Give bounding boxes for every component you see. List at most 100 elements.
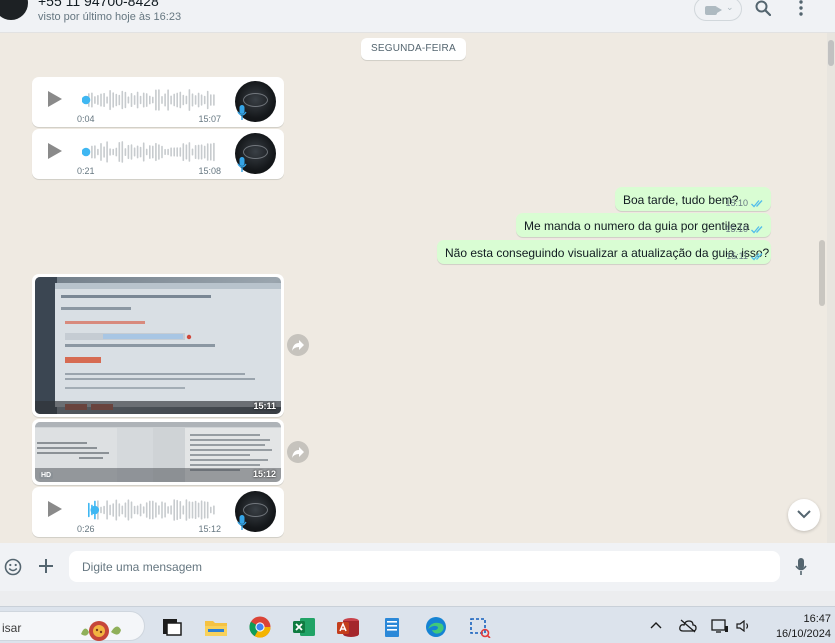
network-icon[interactable] (711, 618, 729, 634)
chat-messages[interactable]: SEGUNDA-FEIRA 0:04 15:07 0:21 15:08 Boa … (0, 33, 827, 543)
waveform-bar (112, 92, 114, 108)
waveform-bar (161, 96, 163, 104)
scrollbar-thumb[interactable] (828, 40, 834, 66)
waveform-bar (142, 92, 145, 108)
playback-position-dot[interactable] (82, 147, 91, 157)
edge-icon[interactable] (424, 616, 448, 638)
playback-position-dot[interactable] (82, 95, 91, 105)
windows-taskbar: isar 16:47 16/10/2024 (0, 606, 835, 643)
outgoing-message[interactable]: Me manda o numero da guia por gentileza … (516, 213, 771, 237)
waveform-bar (203, 501, 206, 519)
waveform-bar (91, 92, 93, 108)
waveform-bar (152, 145, 154, 159)
task-view-icon[interactable] (160, 616, 184, 638)
chrome-icon[interactable] (248, 616, 272, 638)
waveform-bar (185, 144, 188, 160)
cloud-offline-icon[interactable] (679, 619, 697, 633)
day-separator: SEGUNDA-FEIRA (361, 38, 466, 60)
message-input[interactable] (69, 551, 780, 582)
waveform-bar (127, 499, 130, 521)
waveform-bar (133, 505, 136, 515)
audio-duration: 0:26 (77, 524, 95, 534)
play-icon[interactable] (48, 501, 62, 517)
access-icon[interactable] (336, 616, 360, 638)
forward-button[interactable] (287, 334, 309, 356)
double-check-icon (751, 199, 763, 207)
waveform-bar (136, 505, 139, 515)
waveform-bar (167, 506, 169, 514)
message-time: 15:08 (198, 166, 221, 176)
waveform-bar (145, 148, 148, 156)
waveform-bar (121, 141, 124, 163)
scroll-down-button[interactable] (788, 499, 820, 531)
file-explorer-icon[interactable] (204, 616, 228, 638)
waveform-bar (161, 145, 163, 159)
play-icon[interactable] (48, 143, 62, 159)
photo-thumbnail[interactable] (35, 277, 281, 414)
message-meta: 15:10 (725, 224, 765, 234)
outgoing-message[interactable]: Não esta conseguindo visualizar a atuali… (437, 240, 771, 264)
attach-plus-icon[interactable] (38, 558, 54, 574)
notepad-icon[interactable] (380, 616, 404, 638)
play-icon[interactable] (48, 91, 62, 107)
photo-thumbnail[interactable] (35, 422, 281, 482)
last-seen-status: visto por último hoje às 16:23 (38, 11, 182, 23)
excel-icon[interactable] (292, 616, 316, 638)
playback-position-dot[interactable] (90, 505, 100, 515)
waveform[interactable] (82, 89, 216, 111)
contact-avatar[interactable] (0, 0, 28, 20)
menu-dots-icon[interactable] (797, 0, 805, 16)
contact-name[interactable]: +55 11 94700-8428 (38, 0, 159, 9)
audio-message[interactable]: 0:26 15:12 (32, 487, 284, 537)
chevron-down-icon: ⌄ (726, 2, 734, 12)
volume-icon[interactable] (736, 620, 752, 632)
waveform-bar (115, 93, 118, 107)
taskbar-search[interactable]: isar (0, 611, 145, 641)
waveform-bar (170, 147, 172, 157)
waveform-bar (194, 95, 197, 105)
search-icon[interactable] (755, 0, 771, 16)
emoji-icon[interactable] (4, 558, 22, 576)
search-highlight-art (81, 621, 121, 641)
waveform-bar (133, 95, 136, 105)
waveform[interactable] (82, 141, 216, 163)
waveform-bar (124, 502, 127, 518)
video-call-button[interactable]: ⌄ (694, 0, 742, 21)
audio-message[interactable]: 0:04 15:07 (32, 77, 284, 127)
waveform-bar (130, 93, 133, 107)
waveform-bar (173, 93, 175, 107)
message-text: Me manda o numero da guia por gentileza (524, 219, 750, 233)
scrollbar-track[interactable] (827, 33, 835, 543)
message-meta: 15:11 (726, 251, 765, 261)
waveform-bar (152, 96, 154, 104)
waveform[interactable] (82, 499, 216, 521)
message-time: 15:11 (253, 401, 276, 411)
outgoing-message[interactable]: Boa tarde, tudo bem? 15:10 (615, 187, 771, 211)
audio-message[interactable]: 0:21 15:08 (32, 129, 284, 179)
forward-button[interactable] (287, 441, 309, 463)
microphone-icon[interactable] (795, 558, 807, 576)
waveform-bar (100, 506, 102, 514)
clock-time: 16:47 (803, 613, 831, 625)
waveform-bar (118, 142, 121, 162)
waveform-bar (164, 502, 166, 518)
message-time: 15:07 (198, 114, 221, 124)
waveform-bar (158, 89, 160, 111)
taskbar-clock[interactable]: 16:47 16/10/2024 (776, 612, 831, 642)
snipping-tool-icon[interactable] (468, 616, 492, 638)
chevron-up-icon[interactable] (650, 621, 662, 629)
waveform-bar (185, 499, 188, 521)
waveform-bar (155, 142, 157, 162)
waveform-bar (210, 94, 212, 106)
waveform-bar (176, 499, 178, 521)
chat-scrollbar-thumb[interactable] (819, 240, 825, 306)
waveform-bar (127, 144, 130, 160)
waveform-bar (133, 147, 136, 157)
waveform-bar (145, 93, 148, 107)
waveform-bar (106, 141, 108, 163)
clock-date: 16/10/2024 (775, 628, 831, 640)
waveform-bar (118, 94, 121, 106)
image-message[interactable]: 15:11 (32, 274, 284, 417)
waveform-bar (109, 504, 111, 516)
image-message[interactable]: HD 15:12 (32, 419, 284, 485)
